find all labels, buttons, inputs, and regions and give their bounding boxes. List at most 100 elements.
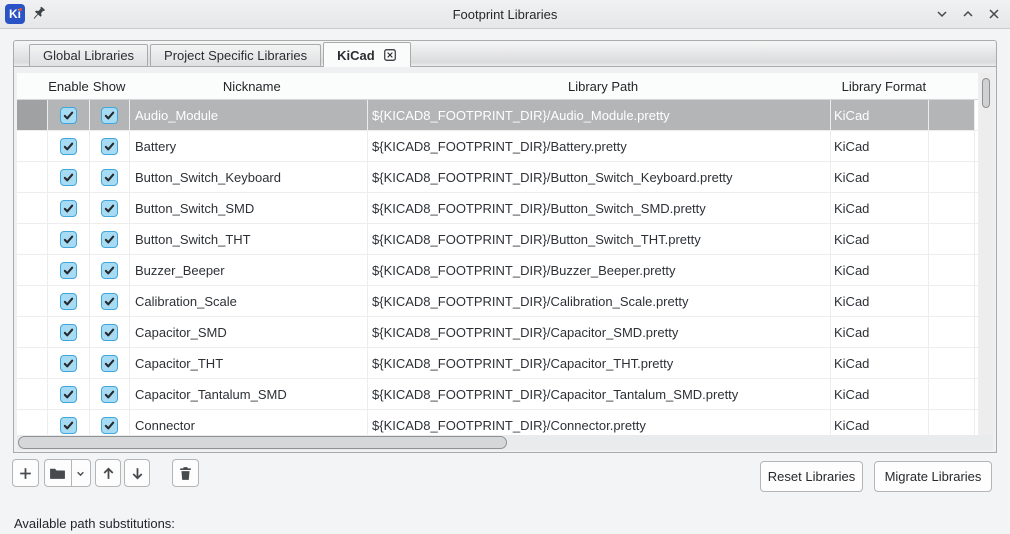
enable-checkbox[interactable] [60,385,77,403]
show-cell [90,162,130,192]
nickname-cell[interactable]: Audio_Module [130,100,368,130]
nickname-cell[interactable]: Button_Switch_Keyboard [130,162,368,192]
library-format-cell[interactable]: KiCad [831,255,929,285]
library-path-cell[interactable]: ${KICAD8_FOOTPRINT_DIR}/Audio_Module.pre… [368,100,831,130]
tab-kicad[interactable]: KiCad [323,42,411,67]
show-checkbox[interactable] [101,137,118,155]
enable-checkbox[interactable] [60,354,77,372]
migrate-libraries-button[interactable]: Migrate Libraries [874,461,992,492]
tab-global-libraries[interactable]: Global Libraries [29,44,149,66]
header-library-format[interactable]: Library Format [832,79,932,94]
nickname-cell[interactable]: Buzzer_Beeper [130,255,368,285]
nickname-cell[interactable]: Button_Switch_THT [130,224,368,254]
library-format-cell[interactable]: KiCad [831,162,929,192]
browse-library-dropdown-button[interactable] [70,460,90,486]
table-row[interactable]: Button_Switch_Keyboard ${KICAD8_FOOTPRIN… [17,162,978,193]
show-cell [90,317,130,347]
tab-close-icon[interactable] [383,48,397,62]
nickname-cell[interactable]: Capacitor_SMD [130,317,368,347]
row-gutter[interactable] [17,348,48,378]
show-checkbox[interactable] [101,106,118,124]
library-path-cell[interactable]: ${KICAD8_FOOTPRINT_DIR}/Capacitor_SMD.pr… [368,317,831,347]
library-path-cell[interactable]: ${KICAD8_FOOTPRINT_DIR}/Button_Switch_SM… [368,193,831,223]
library-format-cell[interactable]: KiCad [831,348,929,378]
library-format-cell[interactable]: KiCad [831,379,929,409]
add-library-button[interactable] [12,459,39,487]
row-spacer [975,379,978,409]
enable-checkbox[interactable] [60,106,77,124]
nickname-cell[interactable]: Battery [130,131,368,161]
library-format-cell[interactable]: KiCad [831,286,929,316]
reset-libraries-button[interactable]: Reset Libraries [760,461,863,492]
row-gutter[interactable] [17,317,48,347]
library-path-cell[interactable]: ${KICAD8_FOOTPRINT_DIR}/Battery.pretty [368,131,831,161]
table-row[interactable]: Button_Switch_SMD ${KICAD8_FOOTPRINT_DIR… [17,193,978,224]
header-show[interactable]: Show [89,79,129,94]
row-gutter[interactable] [17,162,48,192]
browse-library-button[interactable] [45,460,71,486]
vertical-scrollbar[interactable] [979,73,993,439]
table-row[interactable]: Buzzer_Beeper ${KICAD8_FOOTPRINT_DIR}/Bu… [17,255,978,286]
show-checkbox[interactable] [101,261,118,279]
enable-checkbox[interactable] [60,261,77,279]
row-gutter[interactable] [17,193,48,223]
delete-library-button[interactable] [172,459,199,487]
table-row[interactable]: Capacitor_THT ${KICAD8_FOOTPRINT_DIR}/Ca… [17,348,978,379]
library-format-cell[interactable]: KiCad [831,193,929,223]
library-path-cell[interactable]: ${KICAD8_FOOTPRINT_DIR}/Button_Switch_TH… [368,224,831,254]
row-gutter[interactable] [17,224,48,254]
show-checkbox[interactable] [101,199,118,217]
horizontal-scrollbar-thumb[interactable] [18,436,507,449]
enable-checkbox[interactable] [60,137,77,155]
library-path-cell[interactable]: ${KICAD8_FOOTPRINT_DIR}/Capacitor_THT.pr… [368,348,831,378]
shade-chevron-down-icon[interactable] [934,6,950,22]
row-gutter[interactable] [17,379,48,409]
library-format-cell[interactable]: KiCad [831,317,929,347]
enable-checkbox[interactable] [60,416,77,434]
library-format-cell[interactable]: KiCad [831,224,929,254]
enable-checkbox[interactable] [60,199,77,217]
table-row[interactable]: Calibration_Scale ${KICAD8_FOOTPRINT_DIR… [17,286,978,317]
header-enable[interactable]: Enable [48,79,90,94]
table-row[interactable]: Capacitor_Tantalum_SMD ${KICAD8_FOOTPRIN… [17,379,978,410]
move-down-button[interactable] [124,459,150,487]
close-icon[interactable] [986,6,1002,22]
library-path-cell[interactable]: ${KICAD8_FOOTPRINT_DIR}/Calibration_Scal… [368,286,831,316]
library-path-cell[interactable]: ${KICAD8_FOOTPRINT_DIR}/Capacitor_Tantal… [368,379,831,409]
table-row[interactable]: Button_Switch_THT ${KICAD8_FOOTPRINT_DIR… [17,224,978,255]
move-up-button[interactable] [95,459,121,487]
enable-checkbox[interactable] [60,230,77,248]
library-format-cell[interactable]: KiCad [831,100,929,130]
tab-project-specific-libraries[interactable]: Project Specific Libraries [150,44,322,66]
titlebar: Ki Footprint Libraries [0,0,1010,29]
unshade-chevron-up-icon[interactable] [960,6,976,22]
table-row[interactable]: Audio_Module ${KICAD8_FOOTPRINT_DIR}/Aud… [17,100,978,131]
show-checkbox[interactable] [101,416,118,434]
vertical-scrollbar-thumb[interactable] [982,78,990,108]
show-checkbox[interactable] [101,385,118,403]
enable-checkbox[interactable] [60,168,77,186]
row-gutter[interactable] [17,255,48,285]
nickname-cell[interactable]: Button_Switch_SMD [130,193,368,223]
show-checkbox[interactable] [101,292,118,310]
nickname-cell[interactable]: Calibration_Scale [130,286,368,316]
row-gutter[interactable] [17,100,48,130]
horizontal-scrollbar[interactable] [17,435,993,450]
header-library-path[interactable]: Library Path [370,79,833,94]
show-checkbox[interactable] [101,230,118,248]
nickname-cell[interactable]: Capacitor_THT [130,348,368,378]
library-format-cell[interactable]: KiCad [831,131,929,161]
table-row[interactable]: Capacitor_SMD ${KICAD8_FOOTPRINT_DIR}/Ca… [17,317,978,348]
row-gutter[interactable] [17,286,48,316]
show-checkbox[interactable] [101,323,118,341]
table-row[interactable]: Battery ${KICAD8_FOOTPRINT_DIR}/Battery.… [17,131,978,162]
nickname-cell[interactable]: Capacitor_Tantalum_SMD [130,379,368,409]
enable-checkbox[interactable] [60,323,77,341]
library-path-cell[interactable]: ${KICAD8_FOOTPRINT_DIR}/Buzzer_Beeper.pr… [368,255,831,285]
enable-checkbox[interactable] [60,292,77,310]
header-nickname[interactable]: Nickname [129,79,370,94]
show-checkbox[interactable] [101,354,118,372]
row-gutter[interactable] [17,131,48,161]
library-path-cell[interactable]: ${KICAD8_FOOTPRINT_DIR}/Button_Switch_Ke… [368,162,831,192]
show-checkbox[interactable] [101,168,118,186]
